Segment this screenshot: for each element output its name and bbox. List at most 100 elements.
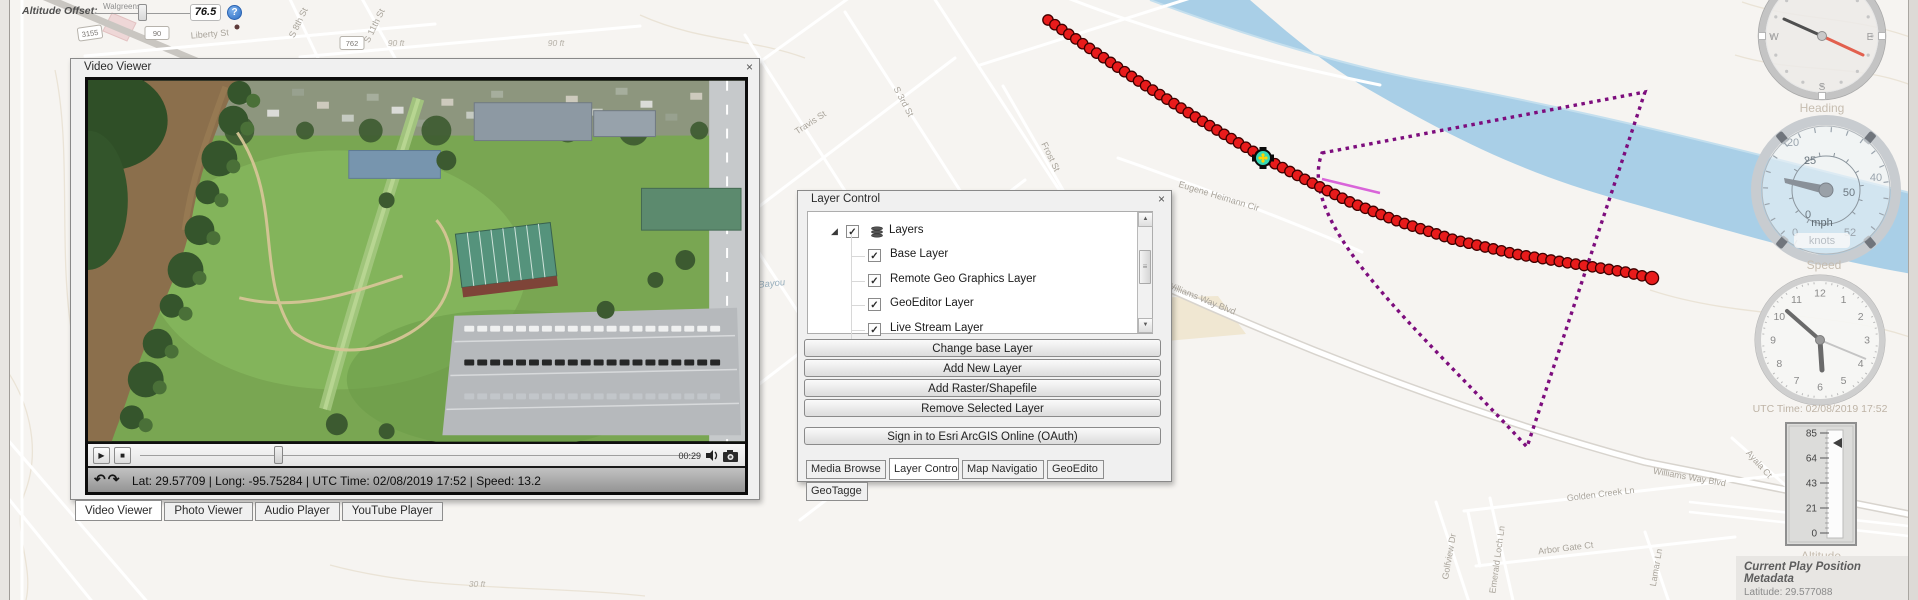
street-label: Liberty St	[190, 27, 229, 40]
clock-number: 6	[1817, 382, 1823, 394]
layer-name: GeoEditor Layer	[890, 297, 974, 309]
altitude-scale-tick: 64	[1806, 454, 1818, 465]
tab-youtube-player[interactable]: YouTube Player	[341, 502, 443, 521]
mph-scale-tick: 0	[1805, 209, 1811, 221]
layer-checkbox[interactable]: ✓	[868, 322, 881, 336]
altitude-scale-tick: 21	[1806, 504, 1818, 515]
layer-name: Base Layer	[890, 248, 949, 260]
metadata-latitude: Latitude: 29.577088	[1744, 587, 1833, 598]
elevation-label: 30 ft	[469, 579, 486, 589]
checkmark-icon: ✓	[870, 275, 879, 287]
layer-control-title: Layer Control	[811, 193, 881, 205]
scroll-up-icon[interactable]: ▲	[1138, 212, 1153, 227]
svg-text:90: 90	[153, 29, 161, 38]
layer-checkbox[interactable]: ✓	[868, 298, 881, 311]
route-shield: 762	[339, 36, 365, 50]
app-window: Walgreens Liberty St S 8th St S 11th St Trav…	[0, 0, 1918, 600]
tab-media-browse[interactable]: Media Browse	[806, 460, 886, 479]
street-label: Eugene Heimann Cir	[1177, 179, 1260, 213]
checkmark-icon: ✓	[870, 251, 879, 262]
layer-checkbox[interactable]: ✓	[868, 249, 881, 262]
altitude-scale-tick: 0	[1811, 529, 1817, 540]
tab-geoedito[interactable]: GeoEdito	[1047, 460, 1104, 479]
mph-unit-label: mph	[1811, 217, 1832, 229]
layer-checkbox[interactable]: ✓	[868, 273, 881, 287]
svg-text:W: W	[1769, 32, 1779, 43]
heading-label: Heading	[1800, 101, 1845, 115]
altitude-offset-value[interactable]: 76.5	[190, 4, 221, 21]
add-new-layer-button[interactable]: Add New Layer	[804, 359, 1161, 377]
mph-scale-tick: 50	[1843, 187, 1855, 199]
checkmark-icon: ✓	[848, 227, 857, 238]
stop-button[interactable]: ■	[114, 447, 131, 464]
clock-number: 8	[1776, 358, 1782, 370]
panel-tabs: Media Browse Layer Contro Map Navigatio Geo…	[806, 458, 1171, 501]
tree-scrollbar[interactable]: ▲ ≡ ▼	[1137, 212, 1153, 333]
volume-icon[interactable]	[704, 448, 719, 463]
video-viewer-titlebar[interactable]: Video Viewer ×	[71, 59, 759, 76]
layer-name: Layers	[889, 224, 924, 236]
scroll-down-icon[interactable]: ▼	[1138, 318, 1153, 333]
street-label: Ayala Ct	[1744, 448, 1774, 480]
heading-gauge: W E S Heading	[1757, 0, 1887, 115]
video-frame: ▶ ■ 00:29 ↶↷ Lat: 29.57709 | Long: -95.7…	[85, 77, 748, 495]
clock-number: 3	[1864, 335, 1870, 347]
altitude-scale-tick: 43	[1806, 479, 1818, 490]
checkmark-icon: ✓	[870, 324, 879, 336]
altitude-offset-slider-thumb[interactable]	[138, 4, 147, 21]
add-raster-shapefile-button[interactable]: Add Raster/Shapefile	[804, 379, 1161, 397]
tree-root-row[interactable]: ◢ ✓ Layers	[808, 220, 1138, 244]
layer-buttons: Change base Layer Add New Layer Add Raster…	[804, 339, 1161, 447]
play-button[interactable]: ▶	[93, 447, 110, 464]
altitude-offset-label: Altitude Offset:	[22, 5, 98, 17]
expander-icon[interactable]: ◢	[831, 226, 838, 237]
layer-control-titlebar[interactable]: Layer Control ×	[798, 191, 1171, 208]
left-splitter[interactable]	[0, 0, 10, 600]
video-content[interactable]	[88, 80, 745, 442]
tab-geotagge[interactable]: GeoTagge	[806, 482, 868, 501]
seek-slider-thumb[interactable]	[274, 446, 283, 464]
time-display: 00:29	[678, 451, 701, 461]
undo-icon[interactable]: ↶	[94, 471, 108, 487]
snapshot-icon[interactable]	[722, 448, 741, 463]
close-icon[interactable]: ×	[746, 60, 753, 74]
change-base-layer-button[interactable]: Change base Layer	[804, 339, 1161, 357]
layer-name: Remote Geo Graphics Layer	[890, 272, 1037, 285]
tab-layer-contro[interactable]: Layer Contro	[889, 458, 959, 480]
clock-number: 1	[1841, 294, 1847, 306]
tree-connector	[851, 280, 865, 282]
tree-connector	[851, 234, 852, 342]
layer-control-window[interactable]: Layer Control × ▲ ≡ ▼ ◢ ✓ Layers ✓ Base Laye…	[797, 190, 1172, 501]
telemetry-status-text: Lat: 29.57709 | Long: -95.75284 | UTC Ti…	[132, 474, 541, 488]
clock-number: 5	[1841, 375, 1847, 387]
play-position-metadata: Current Play Position Metadata Latitude:…	[1736, 556, 1912, 600]
tree-connector	[851, 329, 865, 331]
close-icon[interactable]: ×	[1158, 192, 1165, 206]
scrollbar-thumb[interactable]: ≡	[1139, 250, 1151, 284]
tab-map-navigatio[interactable]: Map Navigatio	[962, 460, 1044, 479]
video-viewer-window[interactable]: Video Viewer × ▶ ■ 00:29 ↶↷ Lat: 29.5770…	[70, 58, 760, 500]
utc-time-caption: UTC Time: 02/08/2019 17:52	[1753, 403, 1888, 415]
layer-checkbox[interactable]: ✓	[846, 225, 859, 238]
speed-gauge: 20400 52 02550 mph knots Speed	[1751, 115, 1901, 272]
knots-scale-tick: 40	[1870, 172, 1882, 184]
tab-video-viewer[interactable]: Video Viewer	[75, 500, 163, 521]
remove-selected-layer-button[interactable]: Remove Selected Layer	[804, 399, 1161, 417]
clock-number: 7	[1794, 375, 1800, 387]
altitude-scale-tick: 85	[1806, 429, 1818, 440]
clock-number: 12	[1814, 288, 1826, 300]
right-splitter[interactable]	[1908, 0, 1918, 600]
help-icon[interactable]: ?	[227, 5, 242, 20]
redo-icon[interactable]: ↷	[108, 471, 122, 487]
elevation-label: 90 ft	[388, 38, 405, 48]
knots-unit-label: knots	[1809, 235, 1836, 247]
tab-photo-viewer[interactable]: Photo Viewer	[164, 502, 253, 521]
tab-audio-player[interactable]: Audio Player	[254, 502, 340, 521]
sign-in-to-esri-arcgis-online-oauth--button[interactable]: Sign in to Esri ArcGIS Online (OAuth)	[804, 427, 1161, 445]
checkmark-icon: ✓	[870, 300, 879, 311]
layer-name: Live Stream Layer	[890, 321, 984, 334]
seek-slider[interactable]	[140, 455, 700, 456]
clock-number: 10	[1773, 311, 1785, 323]
viewer-tabs: Video Viewer Photo Viewer Audio Player YouT…	[75, 500, 445, 522]
utc-clock-gauge: 123456789101112 UTC Time: 02/08/2019 17:…	[1753, 274, 1888, 415]
